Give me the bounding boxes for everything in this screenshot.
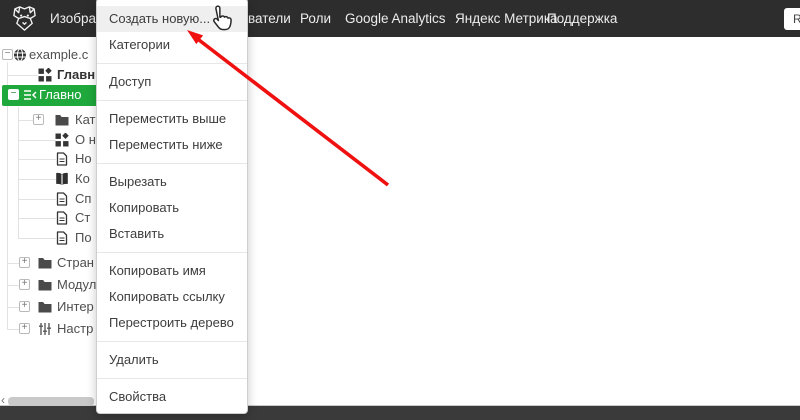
menu-item[interactable]: Перестроить дерево (97, 310, 247, 336)
globe-icon (13, 48, 27, 62)
menu-item[interactable]: Переместить ниже (97, 132, 247, 158)
menu-item[interactable]: Категории (97, 32, 247, 58)
nav-item[interactable]: Изобра (50, 0, 96, 37)
nav-item[interactable]: Поддержка (547, 0, 617, 37)
menu-separator (97, 341, 247, 342)
tree-item-label: О н (75, 132, 96, 147)
grid-icon (55, 132, 69, 147)
menu-item[interactable]: Вставить (97, 221, 247, 247)
menu-item[interactable]: Копировать ссылку (97, 284, 247, 310)
menu-item[interactable]: Копировать имя (97, 258, 247, 284)
doc-icon (55, 211, 69, 225)
menu-item[interactable]: Создать новую... (97, 6, 247, 32)
leopard-logo-icon[interactable] (11, 5, 38, 32)
tree-item-label: Ст (75, 210, 91, 225)
menu-separator (97, 63, 247, 64)
app-window: Изобра ватели Роли Google Analytics Яндекс М… (0, 0, 800, 420)
doc-icon (55, 231, 69, 245)
tree-item-label: Стран (57, 255, 94, 270)
nav-item[interactable]: Яндекс Метрика (455, 0, 558, 37)
tree-item-label: Главно (39, 87, 82, 102)
nav-item[interactable]: ватели (248, 0, 291, 37)
expand-icon[interactable]: + (19, 257, 30, 268)
folder-icon (38, 278, 52, 292)
tree-item-label: Кат (75, 112, 96, 127)
tree-item-label: Интер (57, 299, 94, 314)
tree-item-label: Главн (57, 67, 96, 82)
tree-item-label: Но (75, 151, 92, 166)
menu-separator (97, 100, 247, 101)
expand-icon[interactable]: + (33, 114, 44, 125)
folder-icon (38, 300, 52, 314)
tree-item-label: example.c (29, 47, 89, 62)
folder-icon (38, 256, 52, 270)
menu-collapse-icon (23, 88, 37, 102)
menu-separator (97, 252, 247, 253)
collapse-icon[interactable]: − (8, 89, 19, 100)
menu-item[interactable]: Переместить выше (97, 106, 247, 132)
menu-separator (97, 378, 247, 379)
tree-item-label: Ко (75, 171, 90, 186)
book-icon (55, 172, 69, 186)
tree-item-label: По (75, 230, 92, 245)
grid-icon (38, 67, 52, 82)
menu-item[interactable]: Вырезать (97, 169, 247, 195)
doc-icon (55, 192, 69, 206)
menu-item[interactable]: Удалить (97, 347, 247, 373)
tree-item-label: Настр (57, 321, 94, 336)
menu-separator (97, 163, 247, 164)
expand-icon[interactable]: + (19, 301, 30, 312)
tree-context-menu: Создать новую... Категории Доступ Перемести… (96, 0, 248, 414)
doc-icon (55, 152, 69, 166)
sliders-icon (38, 322, 52, 336)
menu-item[interactable]: Копировать (97, 195, 247, 221)
folder-icon (55, 113, 69, 127)
nav-item[interactable]: Google Analytics (345, 0, 446, 37)
menu-item[interactable]: Свойства (97, 384, 247, 410)
expand-icon[interactable]: + (19, 279, 30, 290)
tree-item-label: Модул (57, 277, 97, 292)
tree-item-label: Сп (75, 191, 92, 206)
nav-item[interactable]: Роли (300, 0, 331, 37)
collapse-icon[interactable]: − (2, 49, 13, 60)
expand-icon[interactable]: + (19, 323, 30, 334)
menu-item[interactable]: Доступ (97, 69, 247, 95)
language-button[interactable]: R (784, 8, 800, 30)
